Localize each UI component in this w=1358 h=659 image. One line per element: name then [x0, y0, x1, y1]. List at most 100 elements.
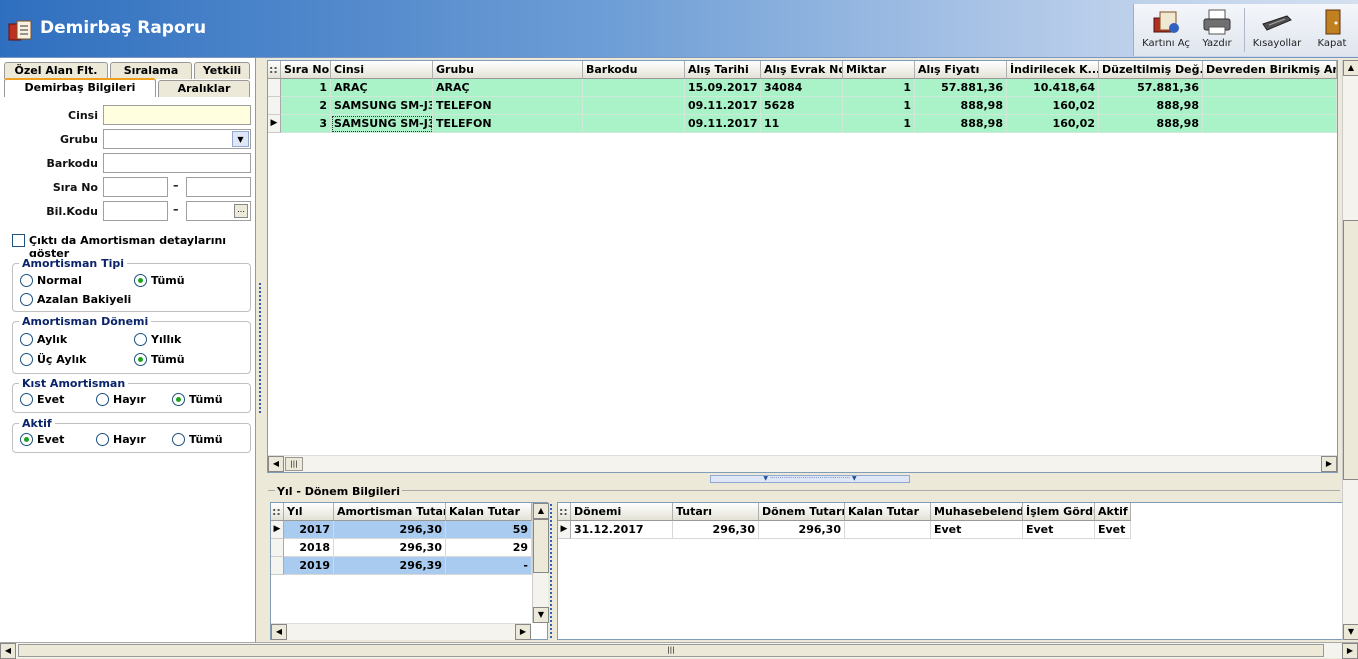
table-cell[interactable] [1203, 79, 1337, 97]
table-cell[interactable]: Evet [1023, 521, 1095, 539]
radio-tumu[interactable]: Tümü [134, 274, 185, 287]
yazdir-button[interactable]: Yazdır [1196, 4, 1238, 56]
row-indicator[interactable] [271, 557, 284, 575]
column-header[interactable]: Yıl [284, 503, 334, 521]
radio-yillik[interactable]: Yıllık [134, 333, 181, 346]
radio-azalan-bakiyeli[interactable]: Azalan Bakiyeli [20, 293, 131, 306]
barkodu-input[interactable] [103, 153, 251, 173]
column-header[interactable]: Alış Fiyatı [915, 61, 1007, 79]
scroll-left-icon[interactable]: ◀ [268, 456, 284, 472]
column-header[interactable]: Düzeltilmiş Değ... [1099, 61, 1203, 79]
table-cell[interactable]: 888,98 [1099, 97, 1203, 115]
table-cell[interactable]: ARAÇ [433, 79, 583, 97]
browse-button[interactable]: ... [234, 204, 248, 218]
bil-kodu-to-input[interactable]: ... [186, 201, 251, 221]
table-cell[interactable]: 1 [281, 79, 331, 97]
kisayollar-button[interactable]: Kısayollar [1250, 4, 1304, 56]
table-cell[interactable]: 3 [281, 115, 331, 133]
table-cell[interactable]: 59 [446, 521, 532, 539]
table-cell[interactable]: 296,30 [334, 521, 446, 539]
horizontal-splitter[interactable]: ▼ ······································… [710, 475, 910, 483]
table-cell[interactable]: 2017 [284, 521, 334, 539]
table-cell[interactable]: 160,02 [1007, 115, 1099, 133]
scroll-left-icon[interactable]: ◀ [271, 624, 287, 640]
radio-normal[interactable]: Normal [20, 274, 82, 287]
splitter-grip[interactable] [259, 283, 263, 413]
column-header[interactable]: Barkodu [583, 61, 685, 79]
radio-evet[interactable]: Evet [20, 433, 64, 446]
column-header[interactable]: Dönem Tutarı [759, 503, 845, 521]
column-header[interactable]: Grubu [433, 61, 583, 79]
column-header[interactable]: Amortisman Tutarı [334, 503, 446, 521]
kartini-ac-button[interactable]: Kartını Aç [1138, 4, 1194, 56]
column-header[interactable]: İndirilecek K... [1007, 61, 1099, 79]
scroll-right-icon[interactable]: ▶ [515, 624, 531, 640]
radio-tumu[interactable]: Tümü [134, 353, 185, 366]
column-header[interactable]: Alış Tarihi [685, 61, 761, 79]
table-cell[interactable]: 1 [843, 79, 915, 97]
scroll-down-icon[interactable]: ▼ [1343, 624, 1358, 640]
tab-siralama[interactable]: Sıralama [110, 62, 192, 79]
scroll-thumb[interactable] [1343, 220, 1358, 480]
column-header[interactable]: Kalan Tutar [446, 503, 532, 521]
table-cell[interactable]: Evet [931, 521, 1023, 539]
table-cell[interactable] [1203, 115, 1337, 133]
panel-splitter[interactable] [256, 58, 266, 642]
table-cell[interactable]: 1 [843, 97, 915, 115]
bottom-splitter[interactable] [550, 504, 554, 638]
row-indicator[interactable]: ▶ [558, 521, 571, 539]
table-cell[interactable]: 296,39 [334, 557, 446, 575]
table-cell[interactable] [583, 115, 685, 133]
column-header[interactable]: Kalan Tutar [845, 503, 931, 521]
table-cell[interactable]: 10.418,64 [1007, 79, 1099, 97]
table-cell[interactable]: 888,98 [915, 97, 1007, 115]
table-cell[interactable]: 57.881,36 [915, 79, 1007, 97]
column-header[interactable]: Miktar [843, 61, 915, 79]
table-cell[interactable]: SAMSUNG SM-J3 [331, 115, 433, 133]
grubu-dropdown[interactable]: ▼ [103, 129, 251, 149]
tab-araliklar[interactable]: Aralıklar [158, 80, 250, 97]
sira-no-to-input[interactable] [186, 177, 251, 197]
donem-grid[interactable]: :: Dönemi Tutarı Dönem Tutarı Kalan Tutar Muh… [557, 502, 1343, 640]
table-cell[interactable]: 5628 [761, 97, 843, 115]
table-cell[interactable]: 888,98 [1099, 115, 1203, 133]
row-indicator[interactable]: ▶ [271, 521, 284, 539]
radio-tumu[interactable]: Tümü [172, 393, 223, 406]
cinsi-input[interactable] [103, 105, 251, 125]
yil-grid[interactable]: ▲ ▼ ◀ ▶ :: Yıl Amortisman Tutarı Kalan Tuta… [270, 502, 549, 640]
yil-horizontal-scrollbar[interactable]: ◀ ▶ [271, 623, 531, 640]
table-cell[interactable]: 2018 [284, 539, 334, 557]
scroll-right-icon[interactable]: ▶ [1321, 456, 1337, 472]
column-header[interactable]: Dönemi [571, 503, 673, 521]
tab-demirbas-bilgileri[interactable]: Demirbaş Bilgileri [4, 78, 156, 97]
table-cell[interactable]: 1 [843, 115, 915, 133]
table-cell[interactable]: 888,98 [915, 115, 1007, 133]
column-header[interactable]: Devreden Birikmiş Am... [1203, 61, 1337, 79]
table-cell[interactable]: 160,02 [1007, 97, 1099, 115]
column-header[interactable]: Muhasebelendi [931, 503, 1023, 521]
right-vertical-scrollbar[interactable]: ▲ ▼ [1342, 60, 1358, 640]
table-cell[interactable]: 09.11.2017 [685, 115, 761, 133]
column-header[interactable]: Cinsi [331, 61, 433, 79]
table-cell[interactable]: ARAÇ [331, 79, 433, 97]
table-cell[interactable]: 11 [761, 115, 843, 133]
bil-kodu-from-input[interactable] [103, 201, 168, 221]
table-cell[interactable]: 34084 [761, 79, 843, 97]
row-indicator[interactable] [268, 97, 281, 115]
table-cell[interactable]: 09.11.2017 [685, 97, 761, 115]
table-cell[interactable] [583, 79, 685, 97]
table-cell[interactable]: 2 [281, 97, 331, 115]
table-cell[interactable]: 296,30 [673, 521, 759, 539]
kapat-button[interactable]: Kapat [1310, 4, 1354, 56]
table-cell[interactable]: 2019 [284, 557, 334, 575]
table-cell[interactable] [583, 97, 685, 115]
demirbas-grid[interactable]: ◀ ||| ▶ :: Sıra No Cinsi Grubu Barkodu Alış T… [267, 60, 1338, 473]
column-header[interactable]: Aktif [1095, 503, 1131, 521]
grid-horizontal-scrollbar[interactable]: ◀ ||| ▶ [268, 455, 1337, 472]
table-cell[interactable] [1203, 97, 1337, 115]
row-indicator[interactable]: ▶ [268, 115, 281, 133]
radio-aylik[interactable]: Aylık [20, 333, 67, 346]
tab-yetkili[interactable]: Yetkili [194, 62, 250, 79]
row-indicator[interactable] [268, 79, 281, 97]
scroll-thumb[interactable] [533, 519, 549, 573]
